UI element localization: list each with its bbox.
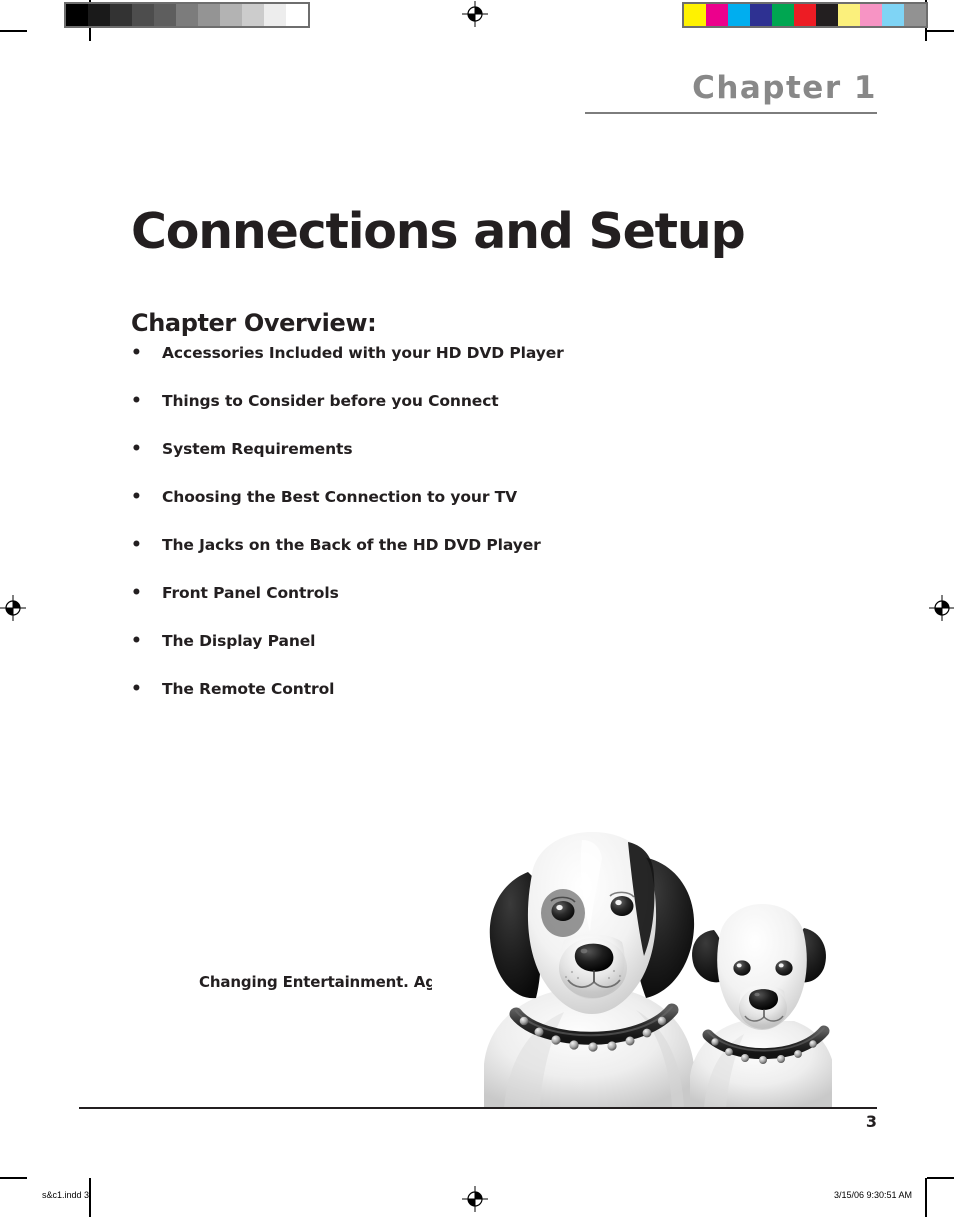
list-item-label: System Requirements [162, 440, 353, 458]
bullet-icon: • [131, 391, 142, 411]
calibration-swatch-10 [286, 4, 308, 26]
crop-mark-bottom-right-horizontal [927, 1177, 954, 1179]
calibration-swatch-1 [706, 4, 728, 26]
crop-mark-top-left-horizontal [0, 30, 27, 32]
chapter-header-rule [585, 112, 877, 114]
calibration-swatch-0 [66, 4, 88, 26]
bullet-icon: • [131, 679, 142, 699]
grayscale-calibration-bar [64, 2, 310, 28]
calibration-swatch-2 [110, 4, 132, 26]
crop-mark-top-right-horizontal [927, 30, 954, 32]
bullet-icon: • [131, 439, 142, 459]
chapter-overview-list: • Accessories Included with your HD DVD … [131, 344, 791, 728]
document-page: Chapter 1 Connections and Setup Chapter … [0, 0, 954, 1217]
registration-mark-left [0, 595, 26, 621]
calibration-swatch-5 [176, 4, 198, 26]
two-dogs-photo [432, 812, 832, 1108]
crop-mark-bottom-right-vertical [925, 1178, 927, 1217]
calibration-swatch-3 [132, 4, 154, 26]
bullet-icon: • [131, 583, 142, 603]
calibration-swatch-10 [904, 4, 926, 26]
list-item: • The Remote Control [131, 680, 791, 728]
list-item-label: The Remote Control [162, 680, 335, 698]
calibration-swatch-2 [728, 4, 750, 26]
calibration-swatch-0 [684, 4, 706, 26]
print-filename: s&c1.indd 3 [42, 1190, 90, 1200]
list-item: • The Display Panel [131, 632, 791, 680]
crop-mark-bottom-left-horizontal [0, 1177, 27, 1179]
crop-mark-bottom-left-vertical [89, 1178, 91, 1217]
chapter-overview-heading: Chapter Overview: [131, 308, 377, 337]
page-title: Connections and Setup [131, 202, 746, 260]
calibration-swatch-8 [860, 4, 882, 26]
chapter-label: Chapter 1 [692, 70, 877, 106]
bullet-icon: • [131, 487, 142, 507]
calibration-swatch-6 [198, 4, 220, 26]
calibration-swatch-4 [772, 4, 794, 26]
list-item: • Choosing the Best Connection to your T… [131, 488, 791, 536]
list-item-label: Things to Consider before you Connect [162, 392, 499, 410]
list-item-label: The Jacks on the Back of the HD DVD Play… [162, 536, 541, 554]
calibration-swatch-6 [816, 4, 838, 26]
registration-mark-bottom [462, 1186, 488, 1212]
calibration-swatch-8 [242, 4, 264, 26]
bullet-icon: • [131, 535, 142, 555]
list-item-label: Accessories Included with your HD DVD Pl… [162, 344, 564, 362]
list-item: • The Jacks on the Back of the HD DVD Pl… [131, 536, 791, 584]
calibration-swatch-9 [264, 4, 286, 26]
calibration-swatch-4 [154, 4, 176, 26]
chapter-header: Chapter 1 [585, 72, 877, 105]
list-item: • Accessories Included with your HD DVD … [131, 344, 791, 392]
list-item-label: The Display Panel [162, 632, 316, 650]
list-item-label: Choosing the Best Connection to your TV [162, 488, 518, 506]
list-item: • Front Panel Controls [131, 584, 791, 632]
list-item: • System Requirements [131, 440, 791, 488]
footer-rule [79, 1107, 877, 1109]
list-item-label: Front Panel Controls [162, 584, 339, 602]
calibration-swatch-7 [838, 4, 860, 26]
calibration-swatch-9 [882, 4, 904, 26]
calibration-swatch-3 [750, 4, 772, 26]
brand-tagline: Changing Entertainment. Again. [199, 973, 467, 991]
bullet-icon: • [131, 631, 142, 651]
print-timestamp: 3/15/06 9:30:51 AM [833, 1190, 912, 1200]
calibration-swatch-7 [220, 4, 242, 26]
registration-mark-top [462, 1, 488, 27]
bullet-icon: • [131, 343, 142, 363]
calibration-swatch-5 [794, 4, 816, 26]
list-item: • Things to Consider before you Connect [131, 392, 791, 440]
calibration-swatch-1 [88, 4, 110, 26]
registration-mark-right [929, 595, 954, 621]
color-calibration-bar [682, 2, 928, 28]
page-number: 3 [865, 1112, 877, 1131]
